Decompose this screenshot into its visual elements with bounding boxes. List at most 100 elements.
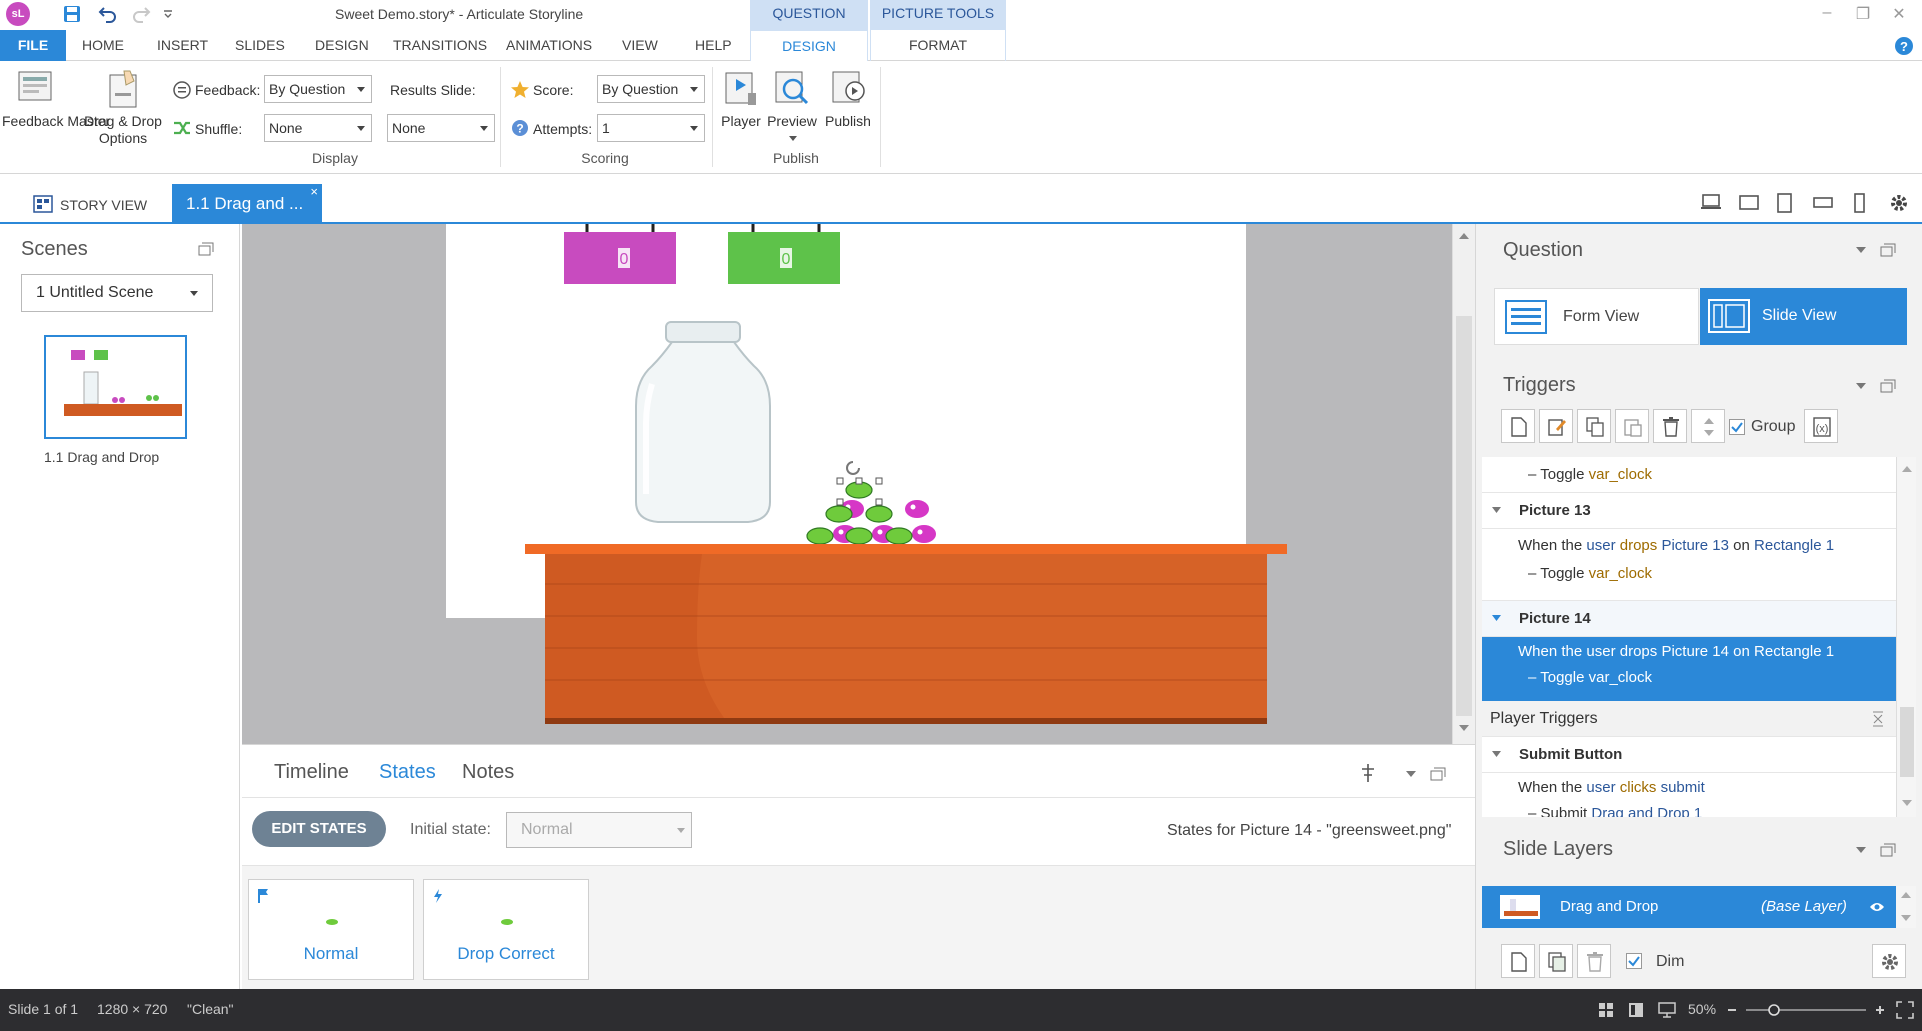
scroll-up-icon[interactable] <box>1901 891 1911 899</box>
slide-thumbnail[interactable] <box>44 335 187 439</box>
restore-panel-icon[interactable] <box>198 242 214 256</box>
new-trigger-button[interactable] <box>1501 409 1535 443</box>
group-checkbox[interactable] <box>1729 419 1745 435</box>
preview-dropdown-icon[interactable] <box>789 136 797 142</box>
feedback-master-label[interactable]: Feedback Master <box>2 113 110 130</box>
preview-view-icon[interactable] <box>1658 1001 1676 1019</box>
panel-menu-icon[interactable] <box>1856 383 1866 389</box>
trigger-group-submit-button[interactable]: Submit Button <box>1482 737 1896 773</box>
collapse-icon[interactable] <box>1492 751 1501 757</box>
publish-label[interactable]: Publish <box>820 113 876 129</box>
state-card-drop-correct[interactable]: Drop Correct <box>423 879 589 980</box>
scroll-down-icon[interactable] <box>1459 724 1469 732</box>
copy-trigger-button[interactable] <box>1577 409 1611 443</box>
variables-button[interactable]: (x) <box>1804 409 1838 443</box>
tab-design[interactable]: DESIGN <box>309 30 375 61</box>
pin-panel-icon[interactable] <box>1359 763 1377 783</box>
new-layer-button[interactable] <box>1501 944 1535 978</box>
preview-label[interactable]: Preview <box>764 113 820 129</box>
story-view-tab[interactable]: STORY VIEW <box>30 192 147 218</box>
slide-canvas[interactable]: 0 0 <box>242 224 1452 744</box>
tab-animations[interactable]: ANIMATIONS <box>500 30 598 61</box>
eye-icon[interactable] <box>1869 901 1885 913</box>
wooden-table[interactable] <box>525 544 1287 724</box>
panel-menu-icon[interactable] <box>1856 247 1866 253</box>
close-icon[interactable]: ✕ <box>1888 4 1910 26</box>
tab-file[interactable]: FILE <box>0 30 66 61</box>
tab-help[interactable]: HELP <box>689 30 738 61</box>
panel-menu-icon[interactable] <box>1406 771 1416 777</box>
trigger-action-row[interactable]: – Toggle var_clock <box>1482 457 1896 493</box>
player-label[interactable]: Player <box>716 113 766 129</box>
initial-state-select[interactable]: Normal <box>506 812 692 848</box>
minimize-icon[interactable]: – <box>1816 4 1838 26</box>
feedback-select[interactable]: By Question <box>264 75 372 103</box>
delete-layer-button[interactable] <box>1577 944 1611 978</box>
restore-icon[interactable]: ❐ <box>1852 4 1874 26</box>
gear-icon[interactable] <box>1889 193 1909 213</box>
tab-notes[interactable]: Notes <box>462 761 514 784</box>
edit-trigger-button[interactable] <box>1539 409 1573 443</box>
phone-portrait-icon[interactable] <box>1853 193 1867 213</box>
results-slide-select[interactable]: None <box>387 114 495 142</box>
restore-panel-icon[interactable] <box>1880 843 1896 857</box>
scrollbar-thumb[interactable] <box>1456 316 1472 716</box>
layer-properties-button[interactable] <box>1872 944 1906 978</box>
preview-icon[interactable] <box>773 69 813 109</box>
triggers-list[interactable]: – Toggle var_clock Picture 13 When the u… <box>1482 457 1896 817</box>
state-card-normal[interactable]: Normal <box>248 879 414 980</box>
tab-question-design[interactable]: DESIGN <box>750 30 868 61</box>
grid-view-icon[interactable] <box>1598 1002 1614 1018</box>
tab-view[interactable]: VIEW <box>616 30 664 61</box>
tab-slides[interactable]: SLIDES <box>229 30 291 61</box>
panel-menu-icon[interactable] <box>1856 847 1866 853</box>
trigger-picture14-selected[interactable]: When the user drops Picture 14 on Rectan… <box>1482 637 1896 701</box>
slide-document-tab[interactable]: 1.1 Drag and ... × <box>172 184 322 224</box>
publish-icon[interactable] <box>828 69 868 109</box>
trigger-group-picture14[interactable]: Picture 14 <box>1482 601 1896 637</box>
collapse-icon[interactable] <box>1492 507 1501 513</box>
tab-states[interactable]: States <box>379 761 436 784</box>
tablet-landscape-icon[interactable] <box>1739 193 1759 211</box>
scroll-down-icon[interactable] <box>1901 914 1911 922</box>
layers-scrollbar[interactable] <box>1896 886 1916 928</box>
tab-home[interactable]: HOME <box>76 30 130 61</box>
triggers-scrollbar[interactable] <box>1896 457 1916 817</box>
trigger-picture13[interactable]: When the user drops Picture 13 on Rectan… <box>1482 529 1896 601</box>
move-trigger-button[interactable] <box>1691 409 1725 443</box>
scroll-up-icon[interactable] <box>1902 465 1912 473</box>
tab-insert[interactable]: INSERT <box>151 30 214 61</box>
trigger-group-picture13[interactable]: Picture 13 <box>1482 493 1896 529</box>
restore-panel-icon[interactable] <box>1880 379 1896 393</box>
save-icon[interactable] <box>63 5 81 23</box>
tablet-portrait-icon[interactable] <box>1777 193 1793 213</box>
close-tab-icon[interactable]: × <box>310 172 318 212</box>
shuffle-select[interactable]: None <box>264 114 372 142</box>
attempts-select[interactable]: 1 <box>597 114 705 142</box>
drag-drop-options-label[interactable]: Drag & Drop Options <box>80 113 166 147</box>
phone-landscape-icon[interactable] <box>1813 193 1833 211</box>
tab-picture-format[interactable]: FORMAT <box>870 30 1006 61</box>
scroll-up-icon[interactable] <box>1459 232 1469 240</box>
help-icon[interactable]: ? <box>1894 36 1914 56</box>
drag-drop-options-icon[interactable] <box>104 67 144 111</box>
collapse-icon[interactable] <box>1492 615 1501 621</box>
duplicate-layer-button[interactable] <box>1539 944 1573 978</box>
canvas-vertical-scrollbar[interactable] <box>1452 224 1475 744</box>
undo-icon[interactable] <box>98 5 118 23</box>
edit-states-button[interactable]: EDIT STATES <box>252 811 386 847</box>
form-view-button[interactable]: Form View <box>1494 288 1699 345</box>
dim-checkbox[interactable] <box>1626 953 1642 969</box>
scrollbar-thumb[interactable] <box>1900 707 1914 777</box>
restore-panel-icon[interactable] <box>1430 767 1446 781</box>
redo-icon[interactable] <box>131 5 151 23</box>
feedback-master-icon[interactable] <box>16 69 56 109</box>
scroll-down-icon[interactable] <box>1902 799 1912 807</box>
layer-row-base[interactable]: Drag and Drop (Base Layer) <box>1482 886 1896 928</box>
desktop-preview-icon[interactable] <box>1701 193 1721 211</box>
slide-view-button[interactable]: Slide View <box>1700 288 1907 345</box>
collapse-all-icon[interactable] <box>1872 711 1884 727</box>
paste-trigger-button[interactable] <box>1615 409 1649 443</box>
fit-to-window-icon[interactable] <box>1896 1001 1914 1019</box>
score-select[interactable]: By Question <box>597 75 705 103</box>
